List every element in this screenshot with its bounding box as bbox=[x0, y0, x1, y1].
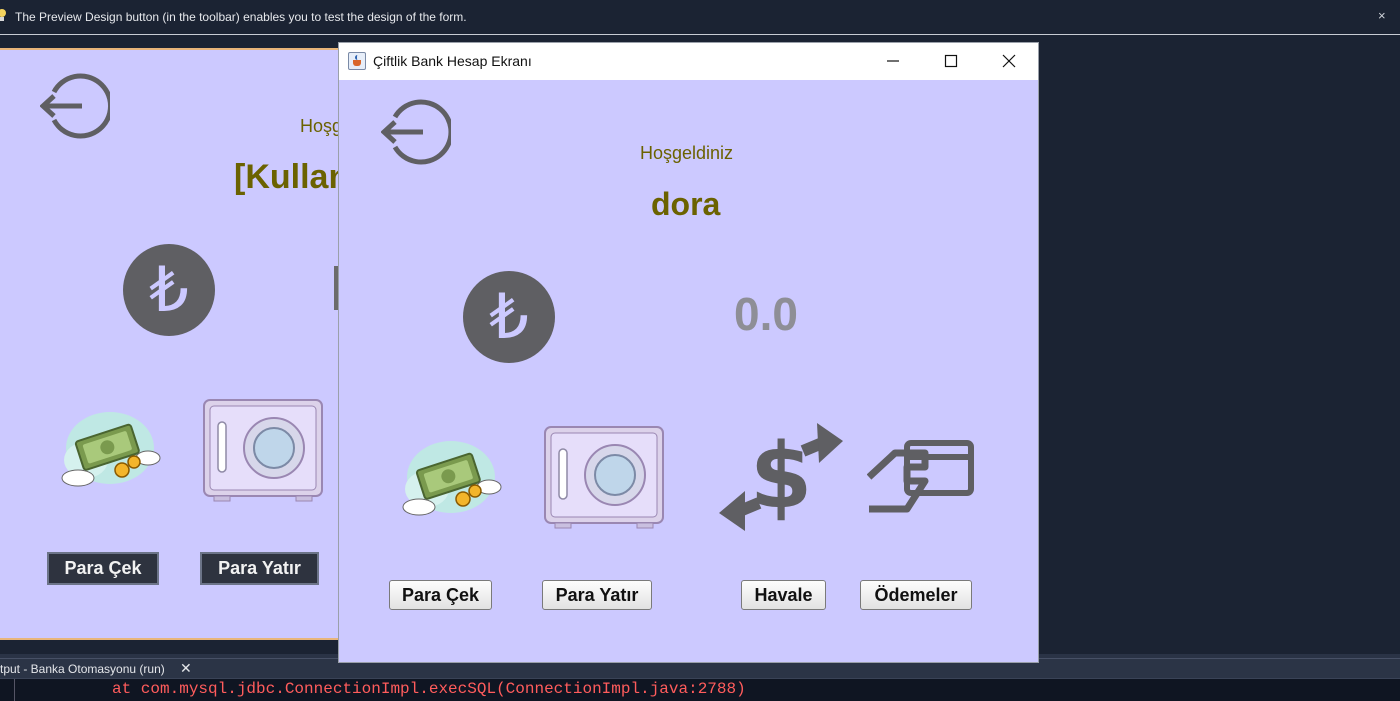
money-cloud-icon bbox=[61, 412, 161, 487]
console-gutter bbox=[0, 679, 15, 701]
logout-icon[interactable] bbox=[381, 95, 451, 169]
minimize-button[interactable] bbox=[864, 43, 922, 79]
console-error-line: at com.mysql.jdbc.ConnectionImpl.execSQL… bbox=[112, 680, 746, 698]
lira-icon: ₺ bbox=[123, 244, 215, 336]
minimize-icon bbox=[887, 60, 899, 62]
account-window: Çiftlik Bank Hesap Ekranı Hoşgeldiniz do… bbox=[338, 42, 1039, 663]
payments-button[interactable]: Ödemeler bbox=[860, 580, 972, 610]
close-icon bbox=[1002, 54, 1016, 68]
ide-info-bar: The Preview Design button (in the toolba… bbox=[0, 0, 1400, 35]
welcome-label: Hoşgeldiniz bbox=[640, 143, 734, 163]
withdraw-button[interactable]: Para Çek bbox=[389, 580, 492, 610]
design-deposit-button[interactable]: Para Yatır bbox=[200, 552, 319, 585]
output-tab-close-button[interactable]: ✕ bbox=[180, 660, 192, 677]
output-tab-label[interactable]: tput - Banka Otomasyonu (run) bbox=[0, 662, 165, 676]
deposit-button[interactable]: Para Yatır bbox=[542, 580, 652, 610]
window-title: Çiftlik Bank Hesap Ekranı bbox=[373, 53, 532, 69]
lightbulb-icon bbox=[0, 9, 6, 21]
output-console: at com.mysql.jdbc.ConnectionImpl.execSQL… bbox=[0, 678, 1400, 701]
dollar-transfer-icon: $ bbox=[719, 423, 843, 531]
balance-label: 0.0 bbox=[734, 288, 798, 340]
design-username-label: [Kullan bbox=[234, 158, 340, 196]
design-welcome-label: Hoşg bbox=[300, 116, 340, 136]
close-button[interactable] bbox=[980, 43, 1038, 79]
design-withdraw-button[interactable]: Para Çek bbox=[47, 552, 159, 585]
window-titlebar[interactable]: Çiftlik Bank Hesap Ekranı bbox=[339, 43, 1038, 80]
maximize-button[interactable] bbox=[922, 43, 980, 79]
money-cloud-icon bbox=[402, 441, 502, 516]
info-message: The Preview Design button (in the toolba… bbox=[15, 10, 467, 24]
username-label: dora bbox=[651, 186, 721, 222]
card-payment-icon bbox=[867, 440, 974, 513]
transfer-button[interactable]: Havale bbox=[741, 580, 826, 610]
svg-text:$: $ bbox=[750, 424, 813, 529]
design-form-canvas: Hoşg [Kullan ₺ Para Çek Para Yatır bbox=[0, 48, 340, 640]
logout-icon[interactable] bbox=[40, 70, 110, 142]
java-app-icon bbox=[348, 52, 366, 70]
maximize-icon bbox=[944, 54, 958, 68]
safe-icon bbox=[544, 426, 664, 529]
lira-icon: ₺ bbox=[463, 271, 555, 363]
info-close-button[interactable]: × bbox=[1378, 8, 1386, 23]
safe-icon bbox=[203, 399, 323, 502]
